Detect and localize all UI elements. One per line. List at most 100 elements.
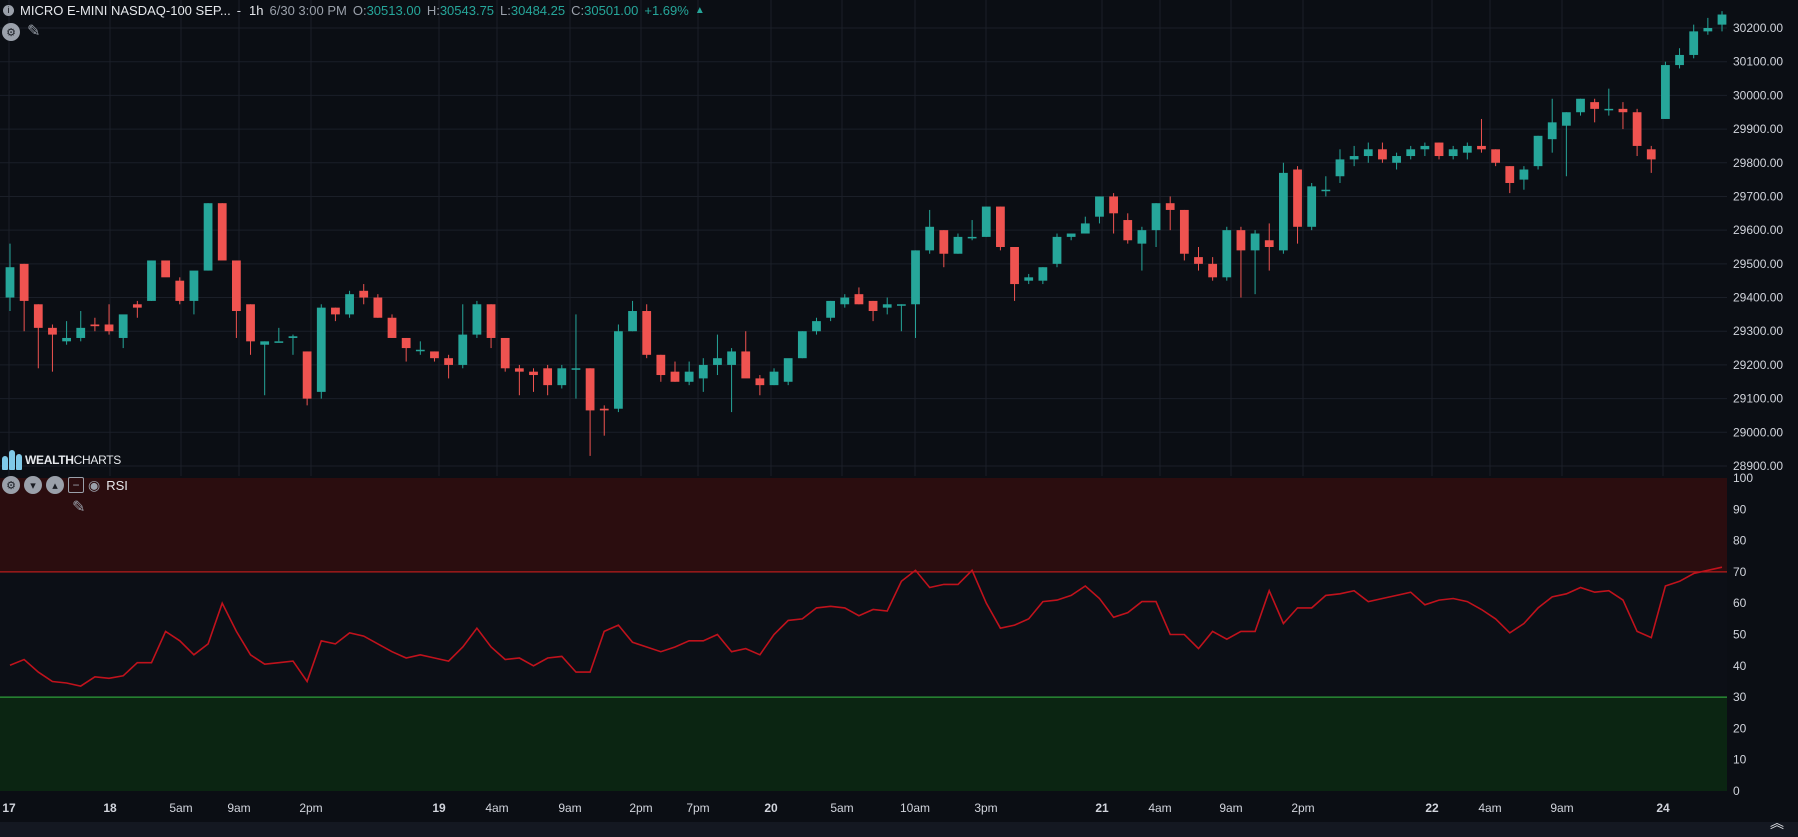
candle-body (797, 331, 807, 359)
candle-body (925, 226, 935, 251)
candle (345, 290, 354, 318)
timeframe-label[interactable]: 1h (249, 3, 263, 18)
time-tick-label: 9am (1219, 801, 1242, 815)
candle-body (1222, 230, 1232, 278)
minimize-icon[interactable]: − (68, 477, 84, 493)
candle (486, 304, 496, 349)
neutral-zone (0, 571, 1727, 698)
rsi-tick-label: 60 (1733, 596, 1747, 610)
price-tick-label: 29000.00 (1733, 425, 1783, 439)
candle (1604, 88, 1614, 116)
time-tick-label: 4am (1148, 801, 1171, 815)
candle (1165, 196, 1175, 231)
time-tick-label: 2pm (1291, 801, 1314, 815)
price-axis[interactable]: 30200.00 30100.00 30000.00 29900.00 29800.00… (1733, 21, 1783, 473)
candle-body (161, 260, 171, 278)
candle (585, 368, 595, 456)
candle-body (628, 311, 637, 332)
candle (713, 334, 722, 376)
rsi-settings-icon[interactable]: ⚙ (2, 476, 20, 494)
candle-body (373, 297, 383, 318)
candle (5, 243, 15, 312)
price-tick-label: 30000.00 (1733, 88, 1783, 102)
candle (1066, 233, 1076, 241)
rsi-tick-label: 90 (1733, 502, 1747, 516)
time-axis[interactable]: 17 18 5am 9am 2pm 19 4am 9am 2pm 7pm 20 5am 10am 3pm 2… (2, 801, 1670, 815)
candle (104, 304, 114, 335)
candle-body (826, 300, 836, 318)
candle-body (656, 354, 666, 376)
rsi-axis[interactable]: 1009080706050403020100 (1733, 471, 1753, 798)
chevron-down-icon[interactable]: ▾ (24, 476, 42, 494)
candle-body (684, 371, 694, 382)
candle-body (1406, 149, 1416, 157)
rsi-pencil-icon[interactable]: ✎ (72, 497, 85, 517)
symbol-info-icon[interactable]: i (3, 4, 14, 16)
candle-body (118, 314, 128, 338)
horizontal-scrollbar[interactable] (0, 822, 1798, 837)
candle (316, 304, 326, 399)
candle (260, 341, 270, 396)
candle-body (713, 358, 722, 365)
settings-icon[interactable]: ⚙ (2, 23, 20, 41)
pencil-icon[interactable]: ✎ (27, 21, 40, 41)
candle-body (1179, 209, 1189, 254)
candle (854, 287, 864, 305)
low-label: L: (500, 2, 511, 18)
candle-body (90, 324, 100, 327)
candle-body (1462, 145, 1472, 153)
candle-body (203, 203, 213, 271)
double-chevron-up-icon[interactable]: ︽ (1770, 813, 1784, 833)
eye-icon[interactable]: ◉ (88, 477, 100, 494)
candle-body (981, 206, 991, 237)
candle-body (401, 337, 411, 349)
candle (118, 314, 128, 349)
time-tick-label: 9am (1550, 801, 1573, 815)
candle (812, 317, 821, 335)
candle-body (359, 290, 369, 298)
candle-body (1632, 112, 1642, 146)
chevron-up-icon[interactable]: ▴ (46, 476, 64, 494)
chart-canvas[interactable]: 30200.00 30100.00 30000.00 29900.00 29800.00… (0, 0, 1798, 837)
candle (925, 209, 935, 254)
candle-body (911, 250, 920, 305)
candle (1335, 149, 1345, 183)
candle (1392, 152, 1401, 170)
candle-body (698, 364, 708, 379)
candle (1363, 142, 1373, 163)
candle (1675, 48, 1684, 69)
time-tick-label: 24 (1656, 801, 1670, 815)
candle-body (189, 270, 199, 301)
candle-body (458, 334, 468, 365)
candle-body (1675, 54, 1684, 66)
candle-body (642, 311, 652, 355)
candle-body (755, 378, 765, 386)
candle-body (896, 304, 906, 306)
candle (1533, 135, 1543, 170)
candle (217, 203, 227, 261)
candle-body (5, 267, 15, 298)
candle-body (76, 327, 86, 338)
time-tick-label: 2pm (299, 801, 322, 815)
candle-body (1519, 169, 1529, 180)
candle-body (331, 307, 340, 315)
rsi-tick-label: 80 (1733, 534, 1747, 548)
candle-body (1165, 203, 1175, 210)
candle-body (316, 307, 326, 392)
wealthcharts-logo: WEALTHCHARTS (2, 450, 121, 470)
candle-body (500, 337, 510, 369)
candle-body (1349, 156, 1359, 160)
candle (1547, 98, 1557, 153)
candle-body (1095, 196, 1104, 217)
candle-body (1194, 257, 1203, 264)
candle-body (1250, 233, 1260, 251)
candle (175, 277, 185, 305)
candle (415, 341, 425, 355)
candle (274, 327, 284, 343)
candle (430, 351, 439, 362)
candle-body (868, 300, 878, 312)
high-value-group: H:30543.75 (427, 3, 494, 18)
symbol-name[interactable]: MICRO E-MINI NASDAQ-100 SEP... (20, 3, 231, 18)
time-tick-label: 10am (900, 801, 930, 815)
candle-body (1547, 122, 1557, 140)
